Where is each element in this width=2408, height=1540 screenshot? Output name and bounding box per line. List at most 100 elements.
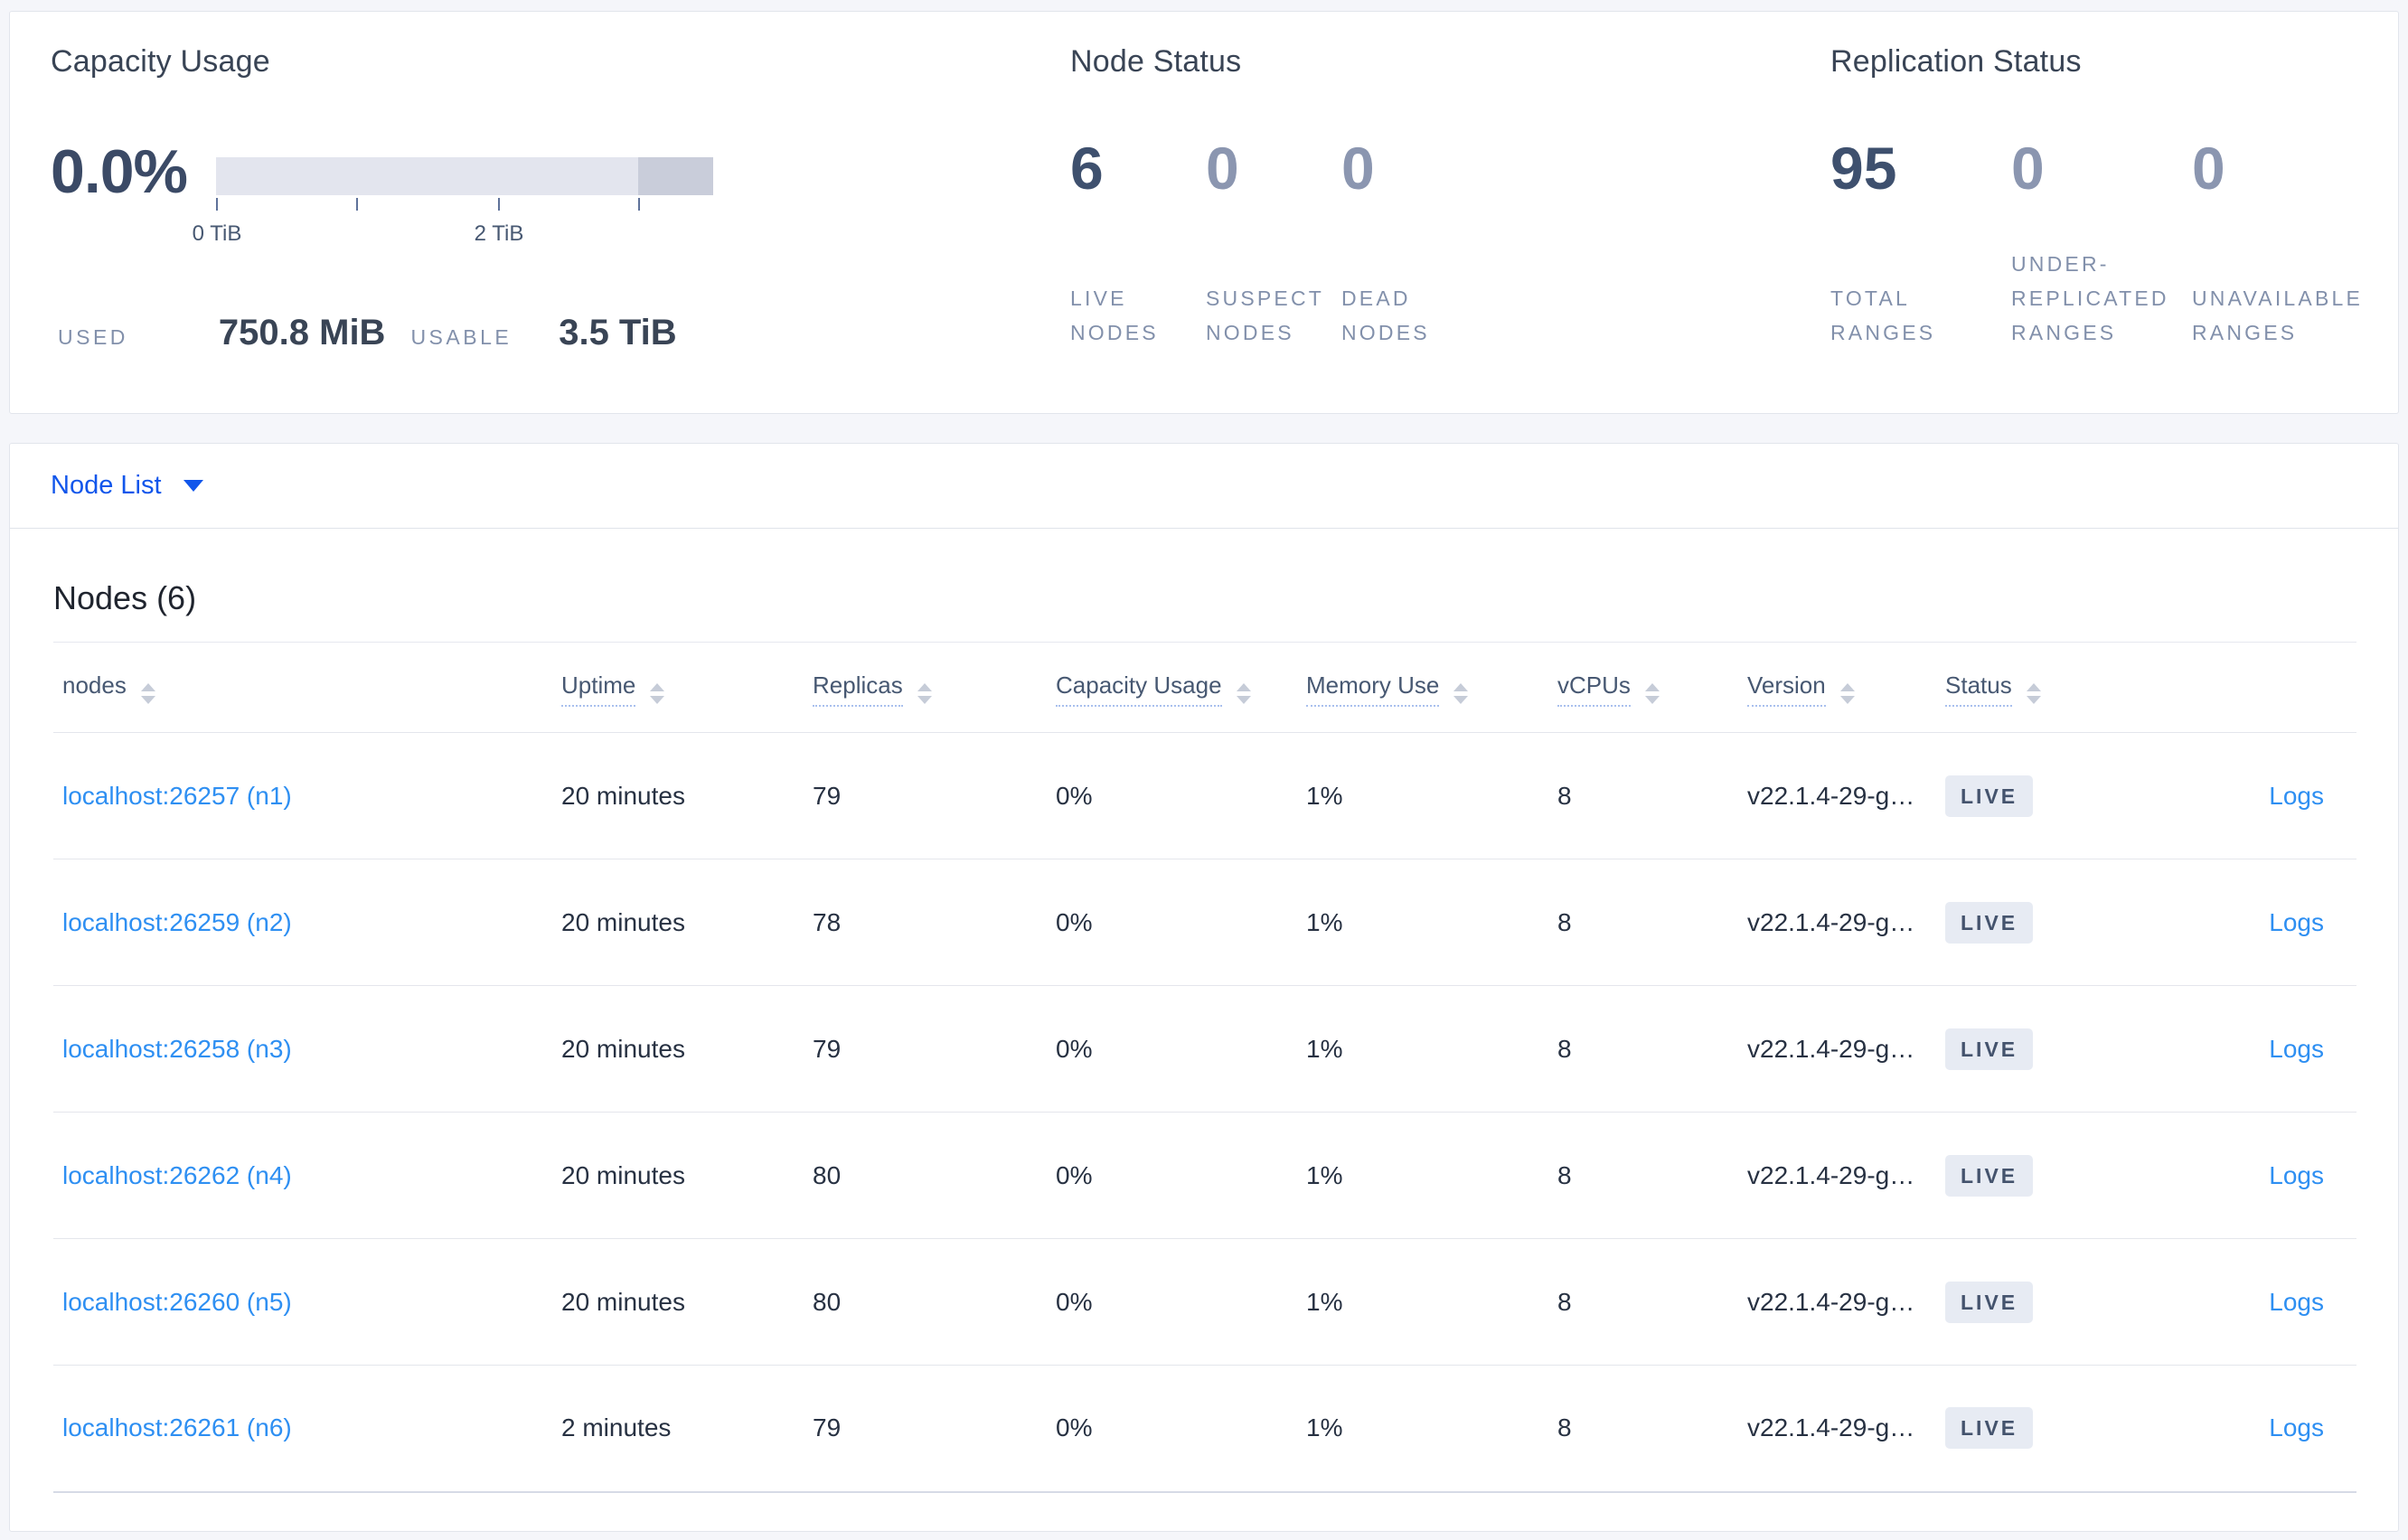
capacity-usage-cell: 0% [1056, 732, 1306, 859]
sort-icon [1453, 682, 1469, 704]
replicas-cell: 78 [813, 859, 1056, 986]
logs-link[interactable]: Logs [2269, 1161, 2324, 1189]
col-header-vcpus[interactable]: vCPUs [1557, 642, 1747, 733]
capacity-usage-bar [216, 157, 713, 195]
node-stat-value: 0 [1341, 135, 1375, 202]
capacity-usage-cell: 0% [1056, 1112, 1306, 1239]
version-cell: v22.1.4-29-g… [1747, 732, 1945, 859]
vcpus-cell: 8 [1557, 859, 1747, 986]
table-row: localhost:26260 (n5) 20 minutes 80 0% 1%… [53, 1238, 2356, 1366]
col-header-node[interactable]: nodes [53, 642, 561, 733]
table-row: localhost:26262 (n4) 20 minutes 80 0% 1%… [53, 1112, 2356, 1239]
logs-link[interactable]: Logs [2269, 1035, 2324, 1063]
nodes-table: nodes Uptime Replicas Capacity Usage Memory … [53, 642, 2356, 1493]
node-stat-value: 6 [1070, 135, 1104, 202]
table-row: localhost:26258 (n3) 20 minutes 79 0% 1%… [53, 985, 2356, 1113]
chevron-down-icon [183, 480, 203, 492]
used-value: 750.8 MiB [218, 313, 386, 352]
sort-icon [1236, 682, 1251, 704]
replication-stat-value: 0 [2011, 135, 2045, 202]
node-link[interactable]: localhost:26261 (n6) [62, 1413, 292, 1441]
col-header-logs [2168, 642, 2356, 733]
replicas-cell: 80 [813, 1238, 1056, 1366]
logs-link[interactable]: Logs [2269, 908, 2324, 936]
col-header-memory[interactable]: Memory Use [1306, 642, 1557, 733]
capacity-axis: 0 TiB 2 TiB [193, 198, 713, 252]
replicas-cell: 80 [813, 1112, 1056, 1239]
node-link[interactable]: localhost:26258 (n3) [62, 1035, 292, 1063]
status-badge: LIVE [1945, 1407, 2034, 1450]
replication-status-labels: TOTAL RANGES UNDER- REPLICATED RANGES UNAV… [1830, 247, 2363, 350]
uptime-cell: 20 minutes [561, 985, 813, 1113]
uptime-cell: 20 minutes [561, 1112, 813, 1239]
sort-icon [2026, 682, 2041, 704]
vcpus-cell: 8 [1557, 1112, 1747, 1239]
table-row: localhost:26259 (n2) 20 minutes 78 0% 1%… [53, 859, 2356, 986]
nodes-table-section: Nodes (6) nodes Uptime Replicas Capacity Us… [10, 579, 2398, 1493]
vcpus-cell: 8 [1557, 732, 1747, 859]
replicas-cell: 79 [813, 732, 1056, 859]
node-list-card: Node List Nodes (6) nodes Uptime Replicas C… [9, 443, 2399, 1532]
version-cell: v22.1.4-29-g… [1747, 859, 1945, 986]
axis-tick-label: 0 TiB [192, 221, 242, 246]
memory-use-cell: 1% [1306, 985, 1557, 1113]
capacity-usage-cell: 0% [1056, 1238, 1306, 1366]
col-header-label: Uptime [561, 671, 636, 707]
version-cell: v22.1.4-29-g… [1747, 1112, 1945, 1239]
uptime-cell: 2 minutes [561, 1365, 813, 1493]
col-header-status[interactable]: Status [1945, 642, 2168, 733]
memory-use-cell: 1% [1306, 1238, 1557, 1366]
table-body: localhost:26257 (n1) 20 minutes 79 0% 1%… [53, 732, 2356, 1493]
col-header-label: Version [1747, 671, 1826, 707]
col-header-uptime[interactable]: Uptime [561, 642, 813, 733]
node-list-dropdown[interactable]: Node List [51, 471, 203, 501]
version-cell: v22.1.4-29-g… [1747, 985, 1945, 1113]
version-cell: v22.1.4-29-g… [1747, 1238, 1945, 1366]
logs-link[interactable]: Logs [2269, 1413, 2324, 1441]
node-link[interactable]: localhost:26257 (n1) [62, 782, 292, 810]
replicas-cell: 79 [813, 1365, 1056, 1493]
logs-link[interactable]: Logs [2269, 782, 2324, 810]
capacity-usage-cell: 0% [1056, 985, 1306, 1113]
sort-icon [140, 682, 155, 704]
version-cell: v22.1.4-29-g… [1747, 1365, 1945, 1493]
node-status-labels: LIVE NODES SUSPECT NODES DEAD NODES [1070, 281, 1430, 350]
replication-status-values: 95 0 0 [1830, 138, 2225, 198]
usable-label: USABLE [410, 325, 513, 349]
status-badge: LIVE [1945, 1281, 2034, 1323]
memory-use-cell: 1% [1306, 732, 1557, 859]
capacity-usage-cell: 0% [1056, 859, 1306, 986]
logs-link[interactable]: Logs [2269, 1288, 2324, 1316]
col-header-label: vCPUs [1557, 671, 1631, 707]
replication-status-title: Replication Status [1830, 44, 2082, 79]
col-header-label: Replicas [813, 671, 903, 707]
sort-icon [1644, 682, 1660, 704]
node-stat-label: SUSPECT NODES [1206, 286, 1325, 344]
node-list-dropdown-label: Node List [51, 471, 162, 500]
col-header-version[interactable]: Version [1747, 642, 1945, 733]
capacity-usage-section: Capacity Usage 0.0% 0 TiB 2 TiB USED 750… [51, 12, 1027, 413]
sort-icon [917, 682, 932, 704]
capacity-stats-row: USED 750.8 MiB USABLE 3.5 TiB [58, 313, 677, 353]
uptime-cell: 20 minutes [561, 732, 813, 859]
col-header-capacity[interactable]: Capacity Usage [1056, 642, 1306, 733]
axis-tick [498, 198, 500, 211]
axis-tick-label: 2 TiB [474, 221, 524, 246]
replication-stat-value: 95 [1830, 135, 1897, 202]
node-status-title: Node Status [1070, 44, 1242, 79]
node-status-values: 600 [1070, 138, 1375, 198]
node-stat-value: 0 [1206, 135, 1239, 202]
capacity-bar-dark-segment [638, 157, 713, 195]
node-link[interactable]: localhost:26260 (n5) [62, 1288, 292, 1316]
col-header-label: Memory Use [1306, 671, 1440, 707]
node-link[interactable]: localhost:26262 (n4) [62, 1161, 292, 1189]
cluster-overview-panel: Capacity Usage 0.0% 0 TiB 2 TiB USED 750… [9, 11, 2399, 414]
col-header-replicas[interactable]: Replicas [813, 642, 1056, 733]
memory-use-cell: 1% [1306, 859, 1557, 986]
replication-stat-label: UNAVAILABLE RANGES [2192, 286, 2364, 344]
status-badge: LIVE [1945, 775, 2034, 817]
uptime-cell: 20 minutes [561, 859, 813, 986]
table-header-row: nodes Uptime Replicas Capacity Usage Memory … [53, 642, 2356, 733]
replication-stat-label: TOTAL RANGES [1830, 286, 1936, 344]
node-link[interactable]: localhost:26259 (n2) [62, 908, 292, 936]
